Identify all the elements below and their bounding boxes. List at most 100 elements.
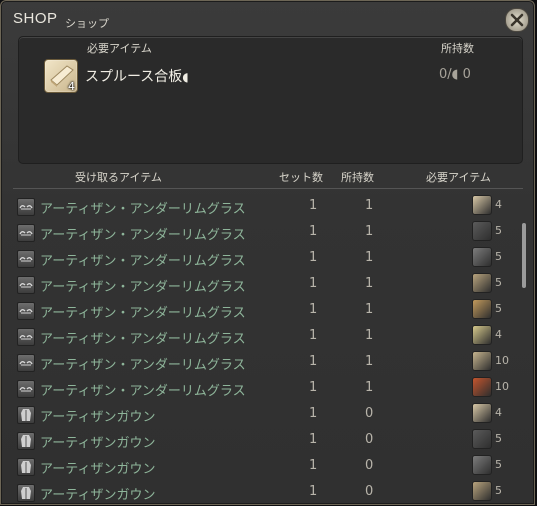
set-count: 1 [309, 224, 318, 239]
window-subtitle: ショップ [65, 17, 109, 30]
set-count: 1 [309, 406, 318, 421]
required-quantity: 5 [495, 250, 502, 263]
item-name[interactable]: アーティザンガウン [40, 406, 155, 425]
column-header-owned: 所持数 [341, 171, 374, 184]
scrollbar-thumb[interactable] [522, 223, 526, 288]
required-quantity: 5 [495, 432, 502, 445]
owned-count: 1 [365, 354, 374, 369]
hq-icon: ◖ [451, 67, 459, 82]
required-quantity: 4 [495, 198, 502, 211]
cloth-icon[interactable] [472, 481, 492, 501]
set-count: 1 [309, 354, 318, 369]
close-icon [510, 13, 524, 27]
lumber-icon[interactable] [472, 325, 492, 345]
list-item[interactable]: アーティザン・アンダーリムグラス 1 1 5 [13, 219, 518, 245]
item-name[interactable]: アーティザンガウン [40, 458, 155, 477]
owned-count: 1 [365, 302, 374, 317]
window-title: SHOP [13, 10, 58, 27]
owned-count: 0 [365, 406, 374, 421]
list-item[interactable]: アーティザンガウン 1 0 5 [13, 479, 518, 505]
robe-icon [17, 458, 35, 476]
item-name[interactable]: アーティザン・アンダーリムグラス [40, 302, 246, 321]
ore-icon[interactable] [472, 247, 492, 267]
column-header-item: 受け取るアイテム [75, 171, 162, 184]
set-count: 1 [309, 328, 318, 343]
shop-window: SHOP ショップ 必要アイテム 所持数 4 スプルース合板◖ 0/◖ 0 受け… [0, 0, 535, 505]
owned-count: 1 [365, 276, 374, 291]
item-name[interactable]: アーティザンガウン [40, 484, 155, 503]
ore-icon[interactable] [472, 455, 492, 475]
item-name[interactable]: アーティザン・アンダーリムグラス [40, 198, 246, 217]
item-name[interactable]: アーティザン・アンダーリムグラス [40, 354, 246, 373]
close-button[interactable] [505, 8, 529, 32]
required-item-panel: 必要アイテム 所持数 4 スプルース合板◖ 0/◖ 0 [18, 36, 523, 164]
owned-hq-value: 0 [462, 67, 471, 82]
stick-icon[interactable] [472, 351, 492, 371]
list-item[interactable]: アーティザンガウン 1 0 4 [13, 401, 518, 427]
set-count: 1 [309, 276, 318, 291]
glasses-icon [17, 198, 35, 216]
item-list: アーティザン・アンダーリムグラス 1 1 4 アーティザン・アンダーリムグラス 1 1 5 アー… [13, 193, 518, 505]
item-name[interactable]: アーティザン・アンダーリムグラス [40, 380, 246, 399]
glasses-icon [17, 354, 35, 372]
list-item[interactable]: アーティザン・アンダーリムグラス 1 1 10 [13, 375, 518, 401]
dye-icon[interactable] [472, 377, 492, 397]
owned-count: 0 [365, 458, 374, 473]
owned-count: 1 [365, 250, 374, 265]
set-count: 1 [309, 250, 318, 265]
item-name[interactable]: アーティザン・アンダーリムグラス [40, 224, 246, 243]
required-item-name-text: スプルース合板 [85, 69, 183, 85]
item-name[interactable]: アーティザン・アンダーリムグラス [40, 250, 246, 269]
hq-icon: ◖ [182, 70, 189, 84]
set-count: 1 [309, 484, 318, 499]
glasses-icon [17, 276, 35, 294]
owned-count: 1 [365, 380, 374, 395]
owned-count: 0 [365, 484, 374, 499]
list-item[interactable]: アーティザン・アンダーリムグラス 1 1 5 [13, 271, 518, 297]
plank-icon[interactable] [472, 195, 492, 215]
list-item[interactable]: アーティザン・アンダーリムグラス 1 1 5 [13, 245, 518, 271]
horn-icon[interactable] [472, 221, 492, 241]
set-count: 1 [309, 380, 318, 395]
leather-icon[interactable] [472, 299, 492, 319]
glasses-icon [17, 250, 35, 268]
title-bar[interactable]: SHOP ショップ [1, 1, 534, 35]
glasses-icon [17, 224, 35, 242]
list-item[interactable]: アーティザンガウン 1 0 5 [13, 453, 518, 479]
required-quantity: 5 [495, 302, 502, 315]
required-quantity: 10 [495, 380, 509, 393]
item-name[interactable]: アーティザン・アンダーリムグラス [40, 276, 246, 295]
column-header-set: セット数 [279, 171, 323, 184]
set-count: 1 [309, 458, 318, 473]
required-item-name[interactable]: スプルース合板◖ [85, 66, 189, 86]
required-quantity: 4 [495, 328, 502, 341]
required-item-header: 必要アイテム [87, 42, 152, 55]
owned-count: 0 [365, 432, 374, 447]
owned-nq-value: 0/ [439, 67, 452, 82]
cloth-icon[interactable] [472, 273, 492, 293]
plank-icon[interactable]: 4 [44, 59, 78, 93]
owned-count-header: 所持数 [441, 42, 474, 55]
glasses-icon [17, 302, 35, 320]
item-name[interactable]: アーティザンガウン [40, 432, 155, 451]
owned-count: 1 [365, 328, 374, 343]
robe-icon [17, 406, 35, 424]
horn-icon[interactable] [472, 429, 492, 449]
required-quantity: 5 [495, 484, 502, 497]
list-item[interactable]: アーティザン・アンダーリムグラス 1 1 4 [13, 193, 518, 219]
required-item-quantity: 4 [68, 80, 75, 93]
required-quantity: 5 [495, 458, 502, 471]
set-count: 1 [309, 302, 318, 317]
set-count: 1 [309, 432, 318, 447]
required-owned-count: 0/◖ 0 [439, 67, 471, 82]
list-item[interactable]: アーティザン・アンダーリムグラス 1 1 10 [13, 349, 518, 375]
plank-icon[interactable] [472, 403, 492, 423]
robe-icon [17, 484, 35, 502]
list-item[interactable]: アーティザン・アンダーリムグラス 1 1 5 [13, 297, 518, 323]
list-item[interactable]: アーティザンガウン 1 0 5 [13, 427, 518, 453]
column-header-required: 必要アイテム [426, 171, 491, 184]
list-item[interactable]: アーティザン・アンダーリムグラス 1 1 4 [13, 323, 518, 349]
item-name[interactable]: アーティザン・アンダーリムグラス [40, 328, 246, 347]
owned-count: 1 [365, 224, 374, 239]
owned-count: 1 [365, 198, 374, 213]
